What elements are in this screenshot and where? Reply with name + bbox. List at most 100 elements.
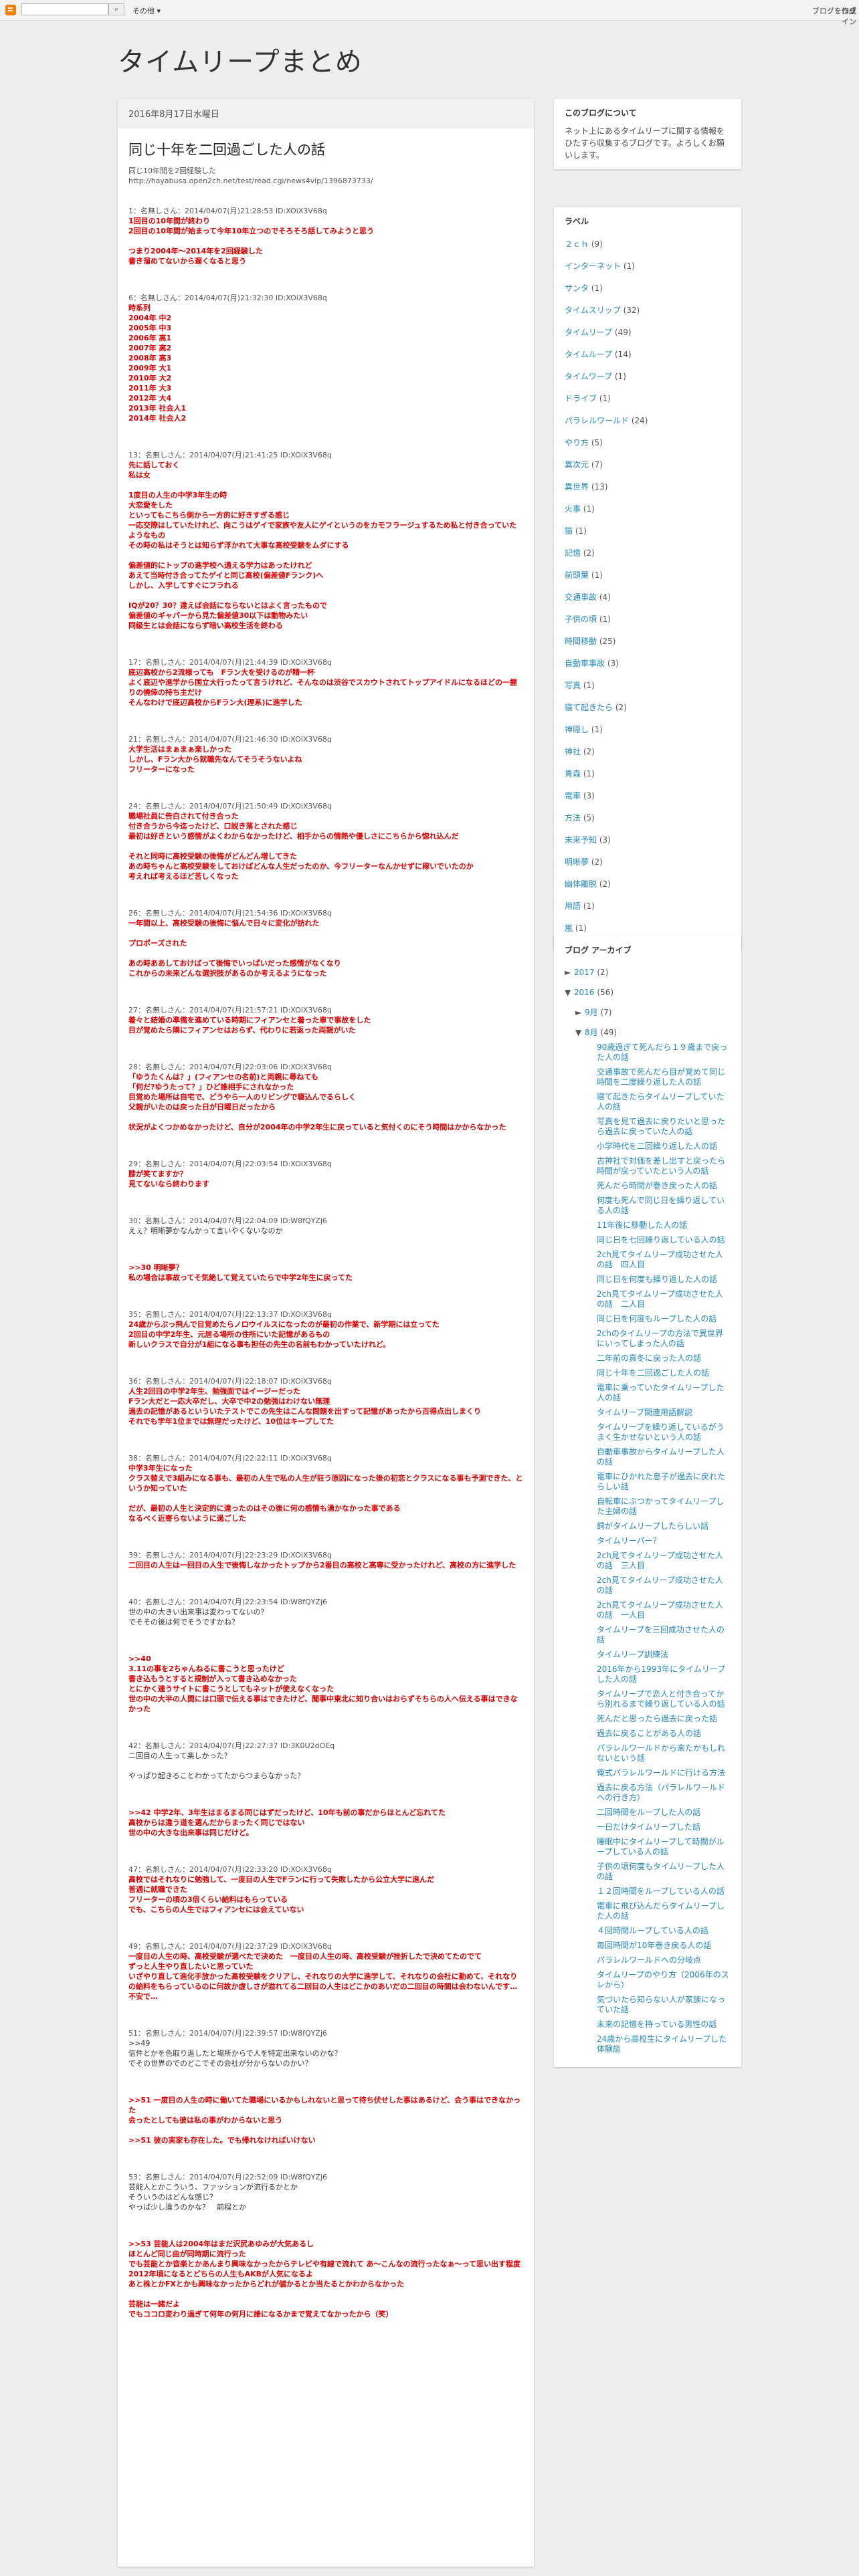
label-item[interactable]: サンタ (1) [565, 278, 731, 300]
archive-post-link[interactable]: 二回時間をループした人の話 [597, 1808, 731, 1818]
label-item[interactable]: パラレルワールド (24) [565, 410, 731, 432]
label-item[interactable]: ２ｃｈ (9) [565, 233, 731, 255]
label-item[interactable]: 明晰夢 (2) [565, 851, 731, 873]
label-name[interactable]: 明晰夢 [565, 857, 589, 867]
label-name[interactable]: 写真 [565, 681, 581, 690]
archive-post-link[interactable]: 未来の記憶を持っている男性の話 [597, 2020, 731, 2030]
navbar-search-input[interactable] [21, 3, 108, 15]
archive-post-link[interactable]: 二年前の真冬に戻った人の話 [597, 1354, 731, 1364]
label-item[interactable]: やり方 (5) [565, 432, 731, 454]
archive-post-link[interactable]: 2ch見てタイムリープ成功させた人の話 四人目 [597, 1250, 731, 1270]
label-item[interactable]: 記憶 (2) [565, 542, 731, 564]
label-item[interactable]: 異次元 (7) [565, 454, 731, 476]
archive-post-link[interactable]: 古神社で対価を差し出すと戻ったら時間が戻っていたという人の話 [597, 1156, 731, 1176]
label-item[interactable]: ドライブ (1) [565, 388, 731, 410]
archive-post-link[interactable]: 同じ十年を二回過ごした人の話 [597, 1368, 731, 1378]
archive-post-link[interactable]: 2chのタイムリープの方法で異世界にいってしまった人の話 [597, 1329, 731, 1349]
label-item[interactable]: 異世界 (13) [565, 476, 731, 498]
archive-post-link[interactable]: タイムリープのやり方（2006年のスレから） [597, 1970, 731, 1990]
archive-post-link[interactable]: 死んだと思ったら過去に戻った話 [597, 1714, 731, 1724]
label-name[interactable]: 幽体離脱 [565, 879, 597, 889]
label-item[interactable]: 写真 (1) [565, 675, 731, 697]
label-name[interactable]: 記憶 [565, 548, 581, 558]
archive-post-link[interactable]: ４回時間ループしている人の話 [597, 1926, 731, 1936]
archive-post-link[interactable]: 24歳から高校生にタイムリープした体験談 [597, 2034, 731, 2054]
label-name[interactable]: タイムリープ [565, 328, 612, 337]
reply-anchor-line[interactable]: >>49 [128, 2038, 523, 2048]
label-name[interactable]: 交通事故 [565, 593, 597, 602]
label-item[interactable]: 方法 (5) [565, 807, 731, 829]
label-name[interactable]: 自動車事故 [565, 659, 605, 668]
label-item[interactable]: 交通事故 (4) [565, 586, 731, 609]
label-name[interactable]: インターネット [565, 261, 621, 271]
archive-post-link[interactable]: 何度も死んで同じ日を繰り返している人の話 [597, 1196, 731, 1216]
source-link[interactable]: http://hayabusa.open2ch.net/test/read.cg… [128, 176, 523, 186]
collapse-arrow-icon[interactable]: ▼ [565, 982, 574, 1002]
archive-post-link[interactable]: 11年後に移動した人の話 [597, 1220, 731, 1230]
label-item[interactable]: 時間移動 (25) [565, 631, 731, 653]
archive-month-label[interactable]: 8月 [585, 1028, 598, 1037]
archive-post-link[interactable]: タイムリープを三回成功させた人の話 [597, 1625, 731, 1645]
label-item[interactable]: 神隠し (1) [565, 719, 731, 741]
archive-post-link[interactable]: 2ch見てタイムリープ成功させた人の話 二人目 [597, 1289, 731, 1309]
label-item[interactable]: 寝て起きたら (2) [565, 697, 731, 719]
label-name[interactable]: 異次元 [565, 460, 589, 469]
label-name[interactable]: 前頭葉 [565, 570, 589, 580]
archive-post-link[interactable]: 電車に乗っていたタイムリープした人の話 [597, 1383, 731, 1403]
reply-anchor-line[interactable]: >>42 中学2年、3年生はまるまる同じはずだったけど、10年も前の事だからほと… [128, 1808, 523, 1818]
archive-post-link[interactable]: 飼がタイムリープしたらしい話 [597, 1521, 731, 1531]
archive-post-link[interactable]: 電車にひかれた息子が過去に戻れたらしい話 [597, 1472, 731, 1492]
label-item[interactable]: タイムスリップ (32) [565, 300, 731, 322]
collapse-arrow-icon[interactable]: ▼ [575, 1023, 585, 1043]
archive-month[interactable]: ▼ 8月 (49) [565, 1023, 731, 1043]
archive-post-link[interactable]: 過去に戻る方法（パラレルワールドへの行き方） [597, 1783, 731, 1803]
label-name[interactable]: ドライブ [565, 394, 597, 403]
label-item[interactable]: タイムワープ (1) [565, 366, 731, 388]
archive-post-link[interactable]: タイムリープで恋人と付き合ってから別れるまで繰り返している人の話 [597, 1689, 731, 1709]
archive-month[interactable]: ► 9月 (7) [565, 1002, 731, 1023]
archive-year-label[interactable]: 2017 [574, 968, 595, 977]
archive-post-link[interactable]: 電車に飛び込んだらタイムリープした人の話 [597, 1901, 731, 1921]
search-icon[interactable]: ⌕ [108, 3, 124, 15]
reply-anchor-line[interactable]: >>40 [128, 1654, 523, 1664]
label-name[interactable]: 神隠し [565, 725, 589, 734]
archive-post-link[interactable]: 俺式パラレルワールドに行ける方法 [597, 1768, 731, 1778]
archive-post-link[interactable]: タイムリープ関連用語解説 [597, 1408, 731, 1418]
archive-post-link[interactable]: 写真を見て過去に戻りたいと思ったら過去に戻っていた人の話 [597, 1117, 731, 1137]
navbar-more-menu[interactable]: その他 ▾ [132, 5, 161, 16]
label-name[interactable]: タイムスリップ [565, 306, 621, 315]
label-name[interactable]: 嵐 [565, 924, 573, 933]
label-name[interactable]: パラレルワールド [565, 416, 629, 425]
archive-post-link[interactable]: 気づいたら知らない人が家族になっていた話 [597, 1995, 731, 2015]
archive-post-link[interactable]: 自動車事故からタイムリープした人の話 [597, 1447, 731, 1467]
label-item[interactable]: 神社 (2) [565, 741, 731, 763]
archive-post-link[interactable]: 90歳過ぎて死んだら１９歳まで戻った人の話 [597, 1043, 731, 1063]
label-name[interactable]: 子供の頃 [565, 615, 597, 624]
label-name[interactable]: 時間移動 [565, 637, 597, 646]
archive-post-link[interactable]: タイムリープ訓練法 [597, 1650, 731, 1660]
archive-post-link[interactable]: 2ch見てタイムリープ成功させた人の話 [597, 1576, 731, 1596]
archive-post-link[interactable]: 自転車にぶつかってタイムリープした主婦の話 [597, 1497, 731, 1517]
label-item[interactable]: 未来予知 (3) [565, 829, 731, 851]
archive-post-link[interactable]: 一日だけタイムリープした話 [597, 1822, 731, 1832]
blogger-logo-icon[interactable] [5, 5, 16, 15]
label-name[interactable]: 寝て起きたら [565, 703, 613, 712]
reply-anchor-line[interactable]: >>51 一度目の人生の時に働いてた職場にいるかもしれないと思って待ち伏せした事… [128, 2095, 523, 2115]
archive-month-label[interactable]: 9月 [585, 1008, 598, 1017]
archive-post-link[interactable]: 子供の頃何度もタイムリープした人の話 [597, 1862, 731, 1882]
label-item[interactable]: タイムリープ (49) [565, 322, 731, 344]
label-name[interactable]: 青森 [565, 769, 581, 778]
label-name[interactable]: 猫 [565, 526, 573, 536]
archive-post-link[interactable]: 2ch見てタイムリープ成功させた人の話 三人目 [597, 1551, 731, 1571]
label-item[interactable]: 幽体離脱 (2) [565, 873, 731, 895]
archive-post-link[interactable]: パラレルワールドへの分岐点 [597, 1955, 731, 1965]
reply-anchor-line[interactable]: >>51 彼の実家も存在した。でも帰れなければいけない [128, 2135, 523, 2145]
label-name[interactable]: 火事 [565, 504, 581, 514]
archive-post-link[interactable]: パラレルワールドから来たかもしれないという話 [597, 1743, 731, 1763]
archive-year[interactable]: ► 2017 (2) [565, 962, 731, 982]
label-item[interactable]: 電車 (3) [565, 785, 731, 807]
archive-post-link[interactable]: 2ch見てタイムリープ成功させた人の話 一人目 [597, 1600, 731, 1620]
archive-post-link[interactable]: 睡眠中にタイムリープして時間がループしている人の話 [597, 1837, 731, 1857]
label-name[interactable]: 用語 [565, 901, 581, 911]
archive-year-label[interactable]: 2016 [574, 988, 595, 997]
